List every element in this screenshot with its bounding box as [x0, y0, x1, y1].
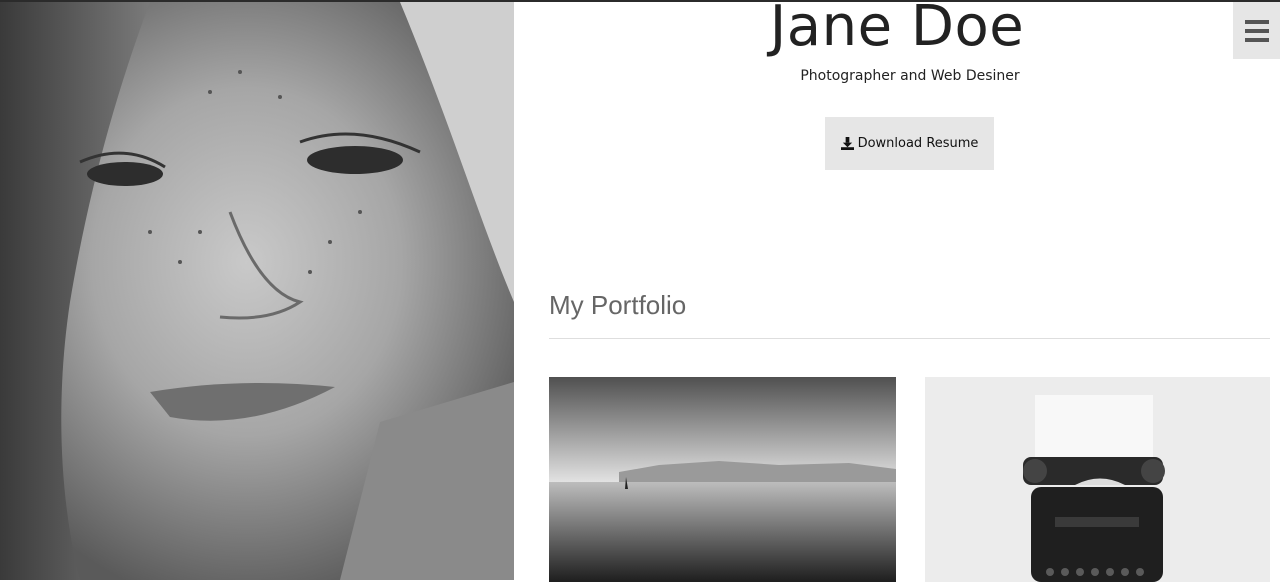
download-resume-label: Download Resume [857, 136, 979, 151]
portfolio-item-typewriter[interactable] [925, 377, 1270, 582]
download-resume-button[interactable]: Download Resume [825, 117, 994, 170]
profile-subtitle: Photographer and Web Desiner [800, 68, 1020, 84]
portfolio-title: My Portfolio [549, 290, 687, 320]
portfolio-divider [549, 338, 1270, 339]
profile-portrait-image [0, 2, 514, 580]
download-icon [840, 137, 854, 150]
portfolio-item-sea[interactable] [549, 377, 896, 582]
profile-name: Jane Doe [769, 0, 1025, 59]
